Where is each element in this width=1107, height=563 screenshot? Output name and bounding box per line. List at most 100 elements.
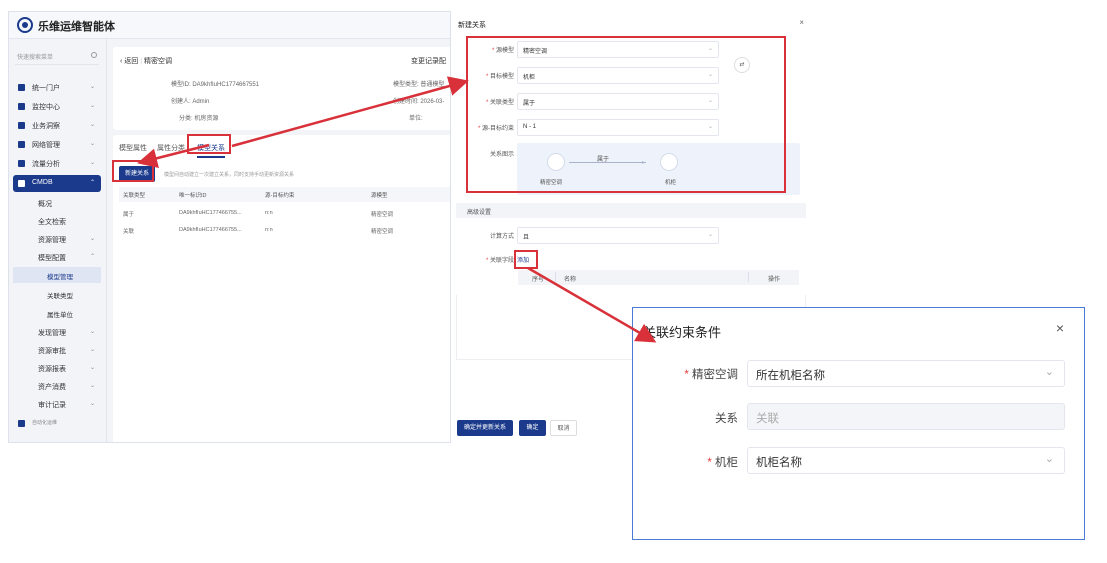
table-cell: 精密空调 bbox=[371, 212, 394, 218]
tab-panel: 模型属性 属性分类 模型关系 新建关系 模型间自动建立一次建立关系，同时支持手动… bbox=[113, 135, 450, 442]
sidebar-item-network[interactable]: 网络管理 ⌄ bbox=[13, 136, 101, 153]
new-relation-button[interactable]: 新建关系 bbox=[119, 166, 155, 182]
create-time-value: 2026-03- bbox=[420, 99, 445, 105]
field-label: * 机柜 bbox=[707, 457, 738, 469]
sidebar-sub-model-config[interactable]: 模型配置 ⌃ bbox=[13, 249, 101, 265]
chevron-down-icon: ⌄ bbox=[89, 365, 95, 371]
source-field-select[interactable]: 所在机柜名称 ⌄ bbox=[747, 360, 1065, 387]
sidebar-sub-overview[interactable]: 概况 bbox=[13, 195, 101, 211]
chevron-down-icon: ⌄ bbox=[89, 383, 95, 389]
menu-search-input[interactable]: 快速搜索菜单 bbox=[15, 49, 99, 65]
chevron-down-icon: ⌄ bbox=[89, 141, 95, 147]
sidebar-model-manage[interactable]: 模型管理 bbox=[13, 267, 101, 283]
automation-icon bbox=[18, 420, 25, 427]
category-value: 机房资源 bbox=[194, 116, 219, 122]
chevron-up-icon: ⌃ bbox=[89, 254, 95, 260]
home-icon bbox=[18, 84, 25, 91]
sidebar-sub-resource[interactable]: 资源管理 ⌄ bbox=[13, 231, 101, 247]
sidebar-sub-audit[interactable]: 审计记录 ⌄ bbox=[13, 396, 101, 412]
page-title: 精密空调 bbox=[144, 58, 173, 65]
chevron-down-icon: ⌄ bbox=[89, 122, 95, 128]
sidebar-sub-discovery[interactable]: 发现管理 ⌄ bbox=[13, 324, 101, 340]
chevron-up-icon: ⌃ bbox=[89, 180, 95, 186]
target-field-select[interactable]: 机柜名称 ⌄ bbox=[747, 447, 1065, 474]
diagram-label: 关系图示 bbox=[489, 152, 514, 158]
model-info-card: ‹ 返回 | 精密空调 变更记录配 模型ID: DA9khfIuHC177466… bbox=[113, 47, 450, 130]
chevron-down-icon: ⌄ bbox=[89, 84, 95, 90]
link-field-table-header: 序号 名称 操作 bbox=[518, 270, 799, 285]
target-node bbox=[660, 153, 678, 171]
constraint-dialog-title: 关联约束条件 bbox=[643, 325, 722, 340]
sidebar-attr-unit[interactable]: 属性单位 bbox=[13, 305, 101, 321]
change-record-link[interactable]: 变更记录配 bbox=[411, 56, 446, 66]
chevron-down-icon: ⌄ bbox=[1044, 453, 1054, 465]
source-name: 精密空调 bbox=[540, 180, 563, 186]
back-link[interactable]: ‹ 返回 | 精密空调 bbox=[120, 56, 172, 66]
tab-model-relation[interactable]: 模型关系 bbox=[197, 143, 225, 158]
source-model-select[interactable]: 精密空调 ⌄ bbox=[517, 41, 719, 58]
sidebar-item-portal[interactable]: 统一门户 ⌄ bbox=[13, 79, 101, 96]
advanced-settings-header: 高级设置 bbox=[456, 203, 806, 218]
model-id-value: DA9khfIuHC1774667551 bbox=[192, 82, 260, 88]
insight-icon bbox=[18, 122, 25, 129]
constraint-dialog: 关联约束条件 × * 精密空调 所在机柜名称 ⌄ 关系 关联 * 机柜 机柜名称 ⌄ bbox=[632, 307, 1085, 540]
constraint-select[interactable]: N - 1 ⌄ bbox=[517, 119, 719, 136]
model-type-value: 普通模型 bbox=[420, 82, 445, 88]
chevron-down-icon: ⌄ bbox=[707, 124, 713, 130]
calc-method-select[interactable]: 且 ⌄ bbox=[517, 227, 719, 244]
app-header: 乐维运维智能体 bbox=[9, 12, 450, 39]
unit-label: 单位: bbox=[409, 116, 423, 122]
close-icon[interactable]: × bbox=[1056, 320, 1064, 336]
confirm-button[interactable]: 确定 bbox=[519, 420, 546, 436]
app-window: 乐维运维智能体 快速搜索菜单 统一门户 ⌄ 监控中心 ⌄ 业务洞察 ⌄ 网络管理… bbox=[8, 11, 451, 443]
sidebar-item-cmdb[interactable]: CMDB ⌃ bbox=[13, 175, 101, 192]
cmdb-icon bbox=[18, 180, 25, 187]
chevron-down-icon: ⌄ bbox=[89, 103, 95, 109]
confirm-update-button[interactable]: 确定并更新关系 bbox=[457, 420, 513, 436]
creator-value: Admin bbox=[192, 99, 210, 105]
cancel-button[interactable]: 取消 bbox=[550, 420, 577, 436]
field-label: * 源模型 bbox=[491, 48, 514, 54]
chevron-down-icon: ⌄ bbox=[89, 160, 95, 166]
field-label: 关系 bbox=[715, 413, 738, 425]
sidebar-item-automation[interactable]: 自动化运维 bbox=[13, 415, 101, 432]
sidebar-sub-search[interactable]: 全文检索 bbox=[13, 213, 101, 229]
sidebar-relation-type[interactable]: 关联类型 bbox=[13, 286, 101, 302]
sidebar-item-traffic[interactable]: 流量分析 ⌄ bbox=[13, 155, 101, 172]
target-model-select[interactable]: 机柜 ⌄ bbox=[517, 67, 719, 84]
tab-model-attributes[interactable]: 模型属性 bbox=[119, 143, 147, 153]
target-name: 机柜 bbox=[665, 180, 677, 186]
chevron-down-icon: ⌄ bbox=[89, 401, 95, 407]
table-cell: DA9khfIuHC177466755... bbox=[179, 210, 242, 216]
relation-type-select[interactable]: 属于 ⌄ bbox=[517, 93, 719, 110]
arrow-right-icon: ▸ bbox=[642, 160, 646, 166]
table-cell: 关联 bbox=[123, 229, 135, 235]
field-label: * 目标模型 bbox=[485, 74, 514, 80]
chevron-down-icon: ⌄ bbox=[89, 347, 95, 353]
relation-field-readonly: 关联 bbox=[747, 403, 1065, 430]
source-node bbox=[547, 153, 565, 171]
table-cell: DA9khfIuHC177466755... bbox=[179, 227, 242, 233]
sidebar-item-insight[interactable]: 业务洞察 ⌄ bbox=[13, 117, 101, 134]
sidebar-sub-report[interactable]: 资源报表 ⌄ bbox=[13, 360, 101, 376]
field-label: * 源-目标约束 bbox=[477, 126, 514, 132]
field-label: * 精密空调 bbox=[684, 369, 738, 381]
relation-diagram: ▸ 属于 精密空调 机柜 bbox=[517, 143, 800, 195]
chevron-down-icon: ⌄ bbox=[707, 232, 713, 238]
traffic-icon bbox=[18, 160, 25, 167]
dialog-title: 新建关系 bbox=[458, 22, 486, 29]
close-icon[interactable]: × bbox=[799, 18, 804, 27]
chevron-down-icon: ⌄ bbox=[707, 98, 713, 104]
relation-name: 属于 bbox=[597, 157, 610, 163]
swap-icon[interactable]: ⇄ bbox=[734, 57, 750, 73]
network-icon bbox=[18, 141, 25, 148]
col-header: 源模型 bbox=[371, 193, 388, 199]
field-label: * 关联字段 bbox=[485, 258, 514, 264]
tab-attribute-category[interactable]: 属性分类 bbox=[157, 143, 185, 153]
sidebar-sub-approval[interactable]: 资源审批 ⌄ bbox=[13, 342, 101, 358]
monitor-icon bbox=[18, 103, 25, 110]
chevron-down-icon: ⌄ bbox=[89, 236, 95, 242]
sidebar-item-monitor[interactable]: 监控中心 ⌄ bbox=[13, 98, 101, 115]
sidebar-sub-consume[interactable]: 资产消费 ⌄ bbox=[13, 378, 101, 394]
add-field-link[interactable]: 添加 bbox=[517, 255, 529, 264]
